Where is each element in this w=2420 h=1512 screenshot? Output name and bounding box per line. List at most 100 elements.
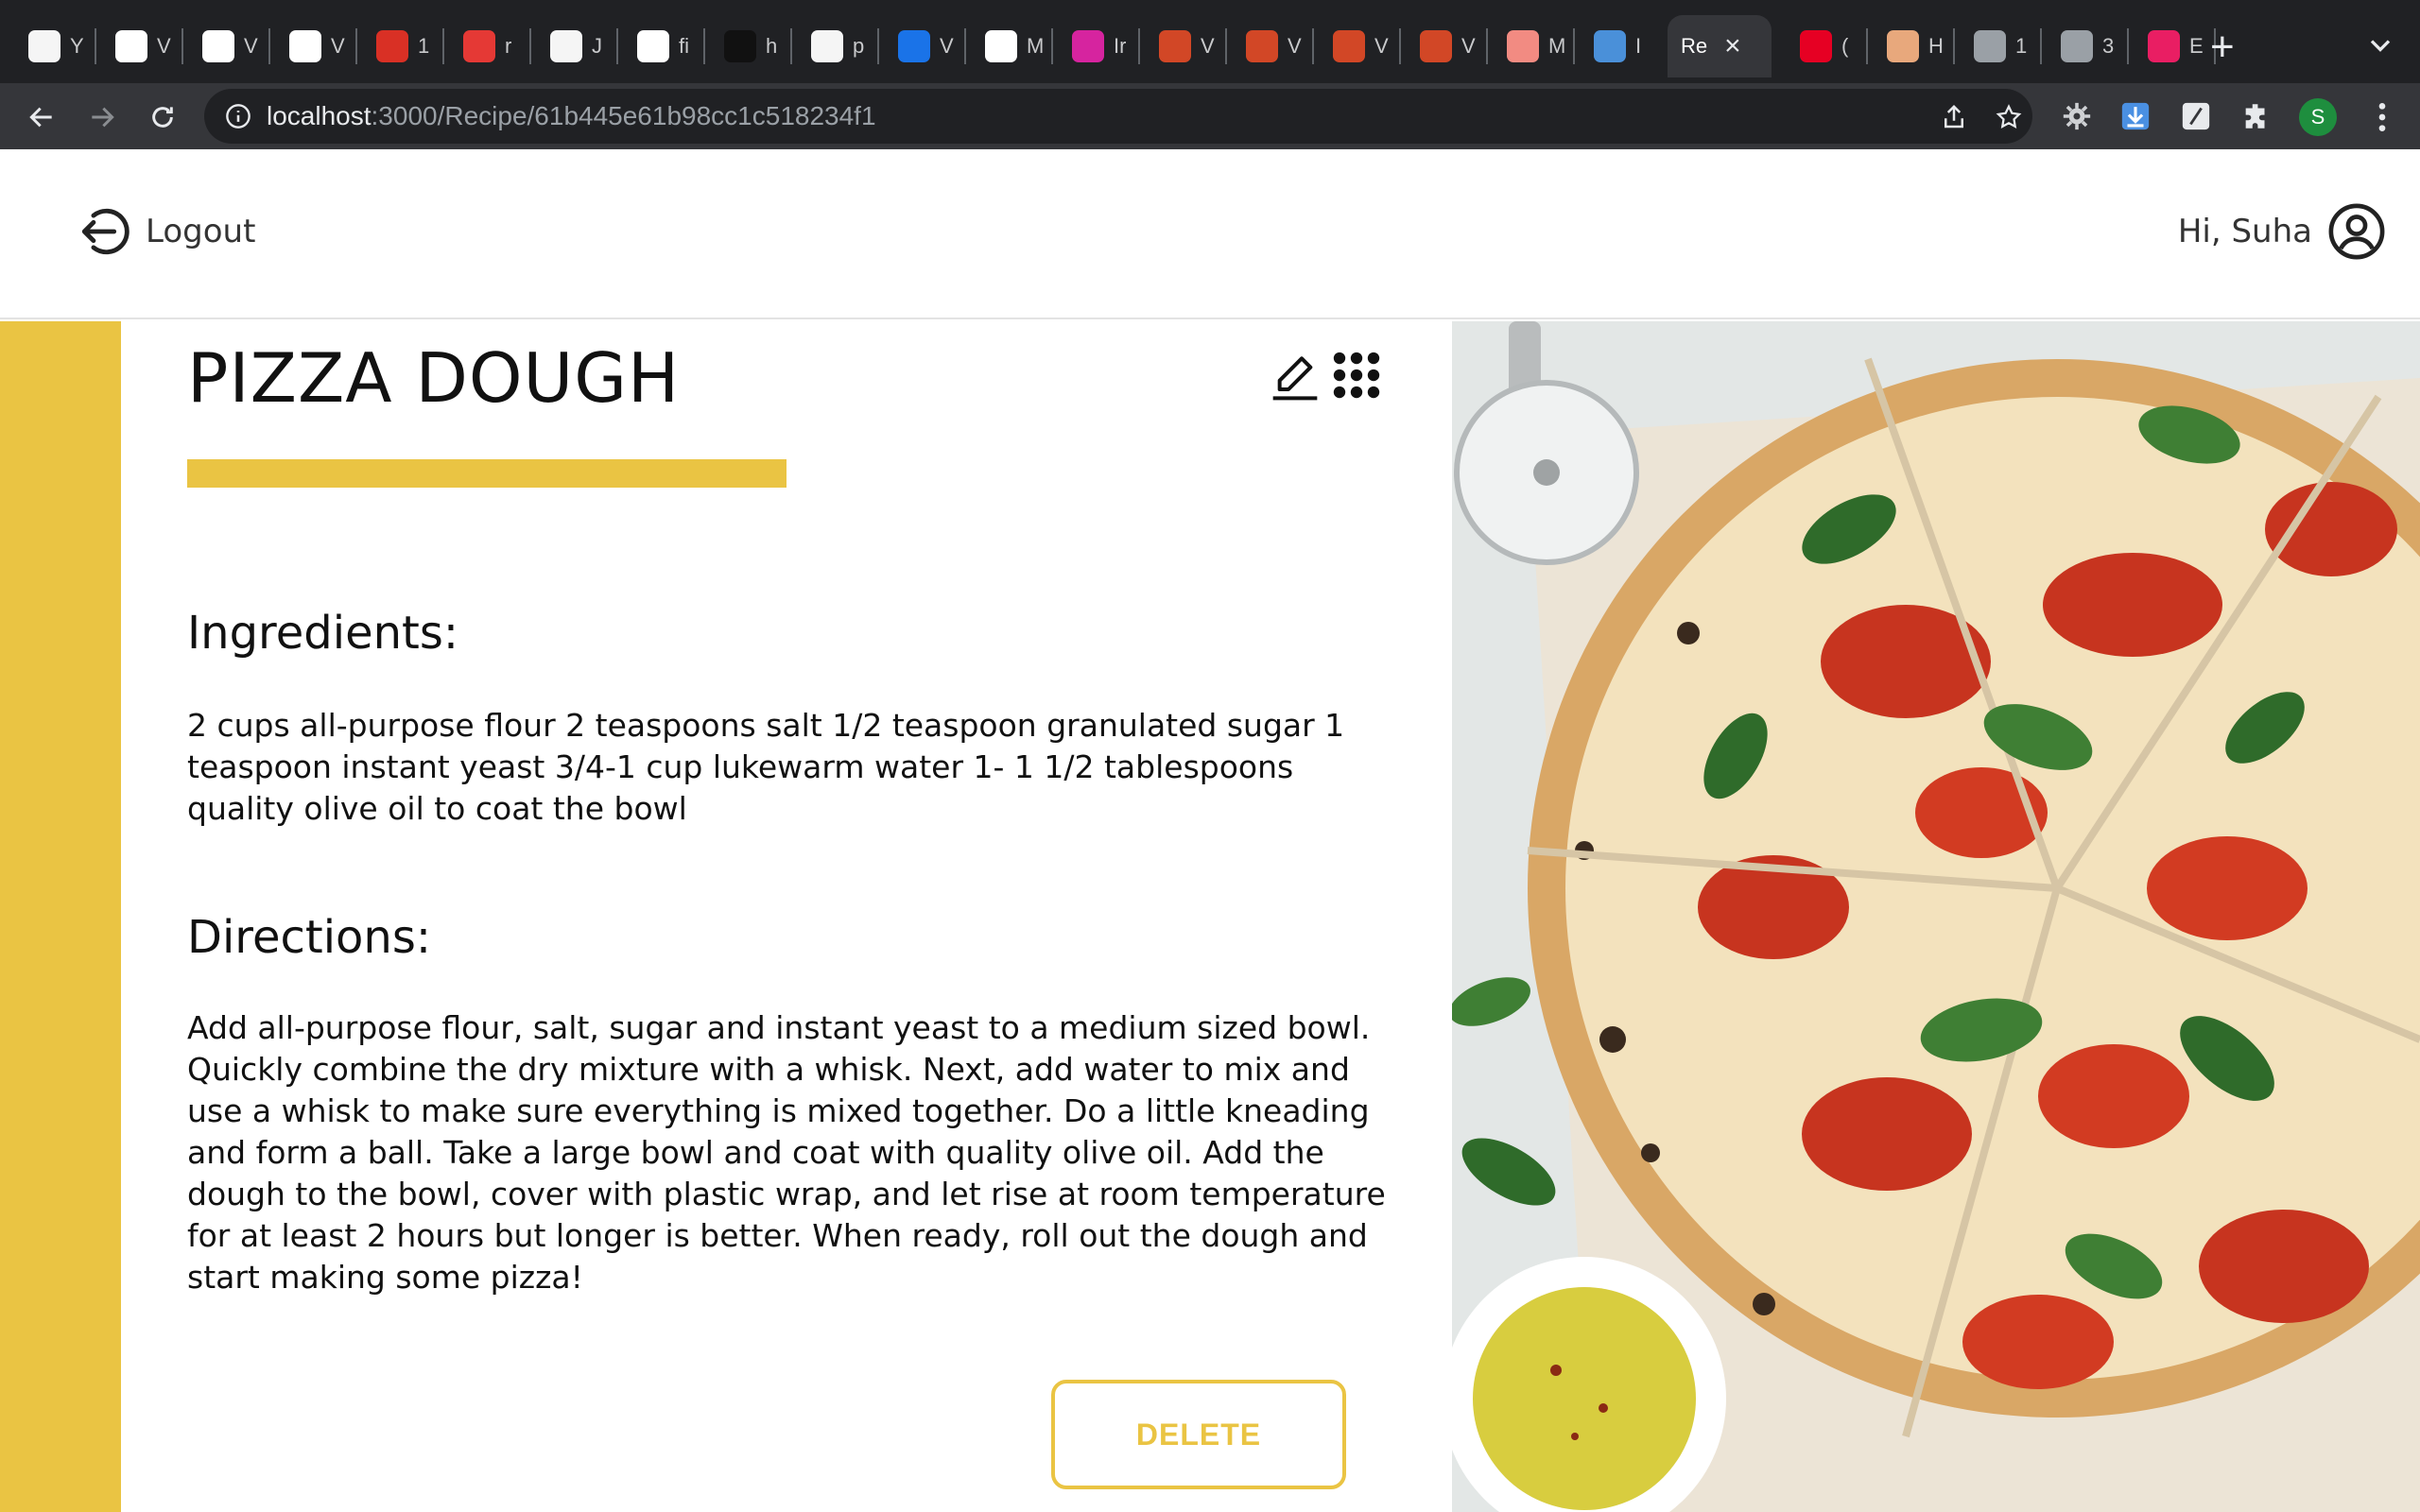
- browser-tab[interactable]: Re ×: [1668, 15, 1772, 77]
- browser-tab[interactable]: h: [711, 15, 784, 77]
- accent-sidebar-stripe: [0, 321, 121, 1512]
- shield-icon: [376, 30, 408, 62]
- reload-icon: [152, 107, 173, 128]
- tab-separator: [1486, 28, 1488, 64]
- directions-heading: Directions:: [187, 911, 432, 964]
- browser-tab[interactable]: p: [798, 15, 871, 77]
- tab-separator: [1866, 28, 1868, 64]
- browser-tab[interactable]: J: [537, 15, 610, 77]
- tab-separator: [1225, 28, 1227, 64]
- n-logo-icon: [463, 30, 495, 62]
- browser-tab[interactable]: M: [1494, 15, 1566, 77]
- browser-tab[interactable]: Ir: [1059, 15, 1132, 77]
- browser-tab[interactable]: V: [102, 15, 175, 77]
- forward-button[interactable]: [83, 98, 121, 136]
- github-icon: [550, 30, 582, 62]
- address-bar[interactable]: localhost:3000/Recipe/61b445e61b98cc1c51…: [204, 89, 2032, 144]
- share-icon[interactable]: [1940, 103, 1968, 131]
- github-icon: [811, 30, 843, 62]
- tab-separator: [1051, 28, 1053, 64]
- browser-tab[interactable]: V: [1146, 15, 1219, 77]
- browser-tab-label: M: [1548, 34, 1566, 58]
- tab-separator: [964, 28, 966, 64]
- browser-tab[interactable]: E: [2135, 15, 2207, 77]
- edit-pencil-icon[interactable]: [1269, 350, 1322, 403]
- tab-separator: [1399, 28, 1401, 64]
- arrow-right-icon: [92, 107, 114, 128]
- tab-search-chevron-icon[interactable]: [2363, 28, 2397, 62]
- globe-icon: [2061, 30, 2093, 62]
- browser-tab-label: J: [592, 34, 602, 58]
- app-header: Logout Hi, Suha: [0, 149, 2420, 319]
- browser-tab[interactable]: (: [1787, 15, 1859, 77]
- github-icon: [28, 30, 60, 62]
- heart-icon: [2148, 30, 2180, 62]
- title-underline-bar: [187, 459, 786, 488]
- tab-separator: [1573, 28, 1575, 64]
- new-tab-button[interactable]: +: [2210, 23, 2235, 72]
- tab-separator: [95, 28, 96, 64]
- logout-icon: [81, 208, 130, 255]
- browser-tab[interactable]: fi: [624, 15, 697, 77]
- browser-tab[interactable]: V: [885, 15, 958, 77]
- browser-tab[interactable]: r: [450, 15, 523, 77]
- greeting-label: Hi, Suha: [2177, 213, 2312, 250]
- powerpoint-icon: [1420, 30, 1452, 62]
- extension-mark-icon[interactable]: [2178, 98, 2214, 134]
- extension-download-icon[interactable]: [2118, 98, 2153, 134]
- browser-tab[interactable]: 1: [363, 15, 436, 77]
- browser-menu-icon[interactable]: [2363, 98, 2401, 136]
- extensions-puzzle-icon[interactable]: [2238, 98, 2274, 134]
- browser-tab[interactable]: V: [1407, 15, 1479, 77]
- wix-icon: [115, 30, 147, 62]
- browser-tab[interactable]: H: [1874, 15, 1946, 77]
- reload-button[interactable]: [144, 98, 182, 136]
- browser-tab-label: M: [1027, 34, 1045, 58]
- back-button[interactable]: [23, 98, 60, 136]
- browser-tab-label: V: [1288, 34, 1302, 58]
- recipe-title: PIZZA DOUGH: [187, 338, 681, 418]
- browser-tab-label: V: [157, 34, 171, 58]
- apps-grid-icon[interactable]: [1331, 350, 1382, 401]
- powerpoint-icon: [1246, 30, 1278, 62]
- chart-icon: [1594, 30, 1626, 62]
- extension-gear-icon[interactable]: [2059, 98, 2095, 134]
- browser-tab-label: V: [940, 34, 954, 58]
- globe-icon: [1974, 30, 2006, 62]
- browser-tab[interactable]: 1: [1961, 15, 2033, 77]
- tab-separator: [1953, 28, 1955, 64]
- profile-avatar[interactable]: S: [2299, 98, 2337, 136]
- instagram-icon: [1072, 30, 1104, 62]
- browser-tab-label: (: [1841, 34, 1849, 58]
- browser-tab[interactable]: V: [1320, 15, 1392, 77]
- browser-tab-label: Re: [1681, 34, 1708, 58]
- browser-tab[interactable]: 3: [2048, 15, 2120, 77]
- delete-button[interactable]: DELETE: [1051, 1380, 1346, 1489]
- pizza-photo-illustration: [1452, 321, 2420, 1512]
- globe-blue-icon: [898, 30, 930, 62]
- user-greeting[interactable]: Hi, Suha: [2178, 202, 2386, 261]
- logout-label: Logout: [146, 213, 256, 250]
- tab-separator: [790, 28, 792, 64]
- tab-separator: [182, 28, 183, 64]
- browser-tab[interactable]: Y: [15, 15, 88, 77]
- info-icon[interactable]: [225, 103, 251, 129]
- tab-separator: [442, 28, 444, 64]
- tab-separator: [2127, 28, 2129, 64]
- browser-tab[interactable]: M: [972, 15, 1045, 77]
- figma-icon: [637, 30, 669, 62]
- browser-tab[interactable]: V: [276, 15, 349, 77]
- browser-tab-label: p: [853, 34, 865, 58]
- browser-tab[interactable]: V: [1233, 15, 1305, 77]
- close-tab-icon[interactable]: ×: [1724, 30, 1741, 62]
- ingredients-heading: Ingredients:: [187, 607, 459, 660]
- browser-tab[interactable]: I: [1581, 15, 1653, 77]
- tab-separator: [616, 28, 618, 64]
- tab-separator: [268, 28, 270, 64]
- browser-tab[interactable]: V: [189, 15, 262, 77]
- mail-icon: [985, 30, 1017, 62]
- browser-tab-label: E: [2189, 34, 2204, 58]
- bookmark-star-icon[interactable]: [1995, 103, 2023, 131]
- tab-separator: [355, 28, 357, 64]
- logout-button[interactable]: Logout: [78, 204, 255, 259]
